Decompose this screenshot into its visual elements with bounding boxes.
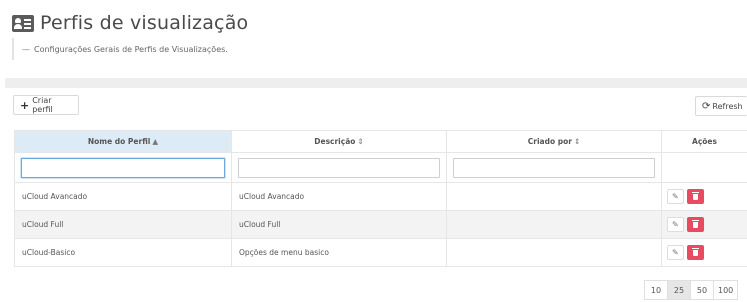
page-size-selector: 10 25 50 100 — [644, 280, 739, 300]
column-header-description[interactable]: Descrição ⇕ — [231, 130, 447, 153]
page-size-100[interactable]: 100 — [713, 280, 739, 300]
filter-description-input[interactable] — [238, 157, 440, 178]
page-size-50[interactable]: 50 — [690, 280, 714, 300]
cell-description: Opções de menu basico — [231, 238, 447, 267]
page-title: Perfis de visualização — [12, 10, 248, 36]
create-profile-label: Criar perfil — [32, 96, 53, 114]
delete-button[interactable] — [687, 217, 704, 232]
refresh-label: Refresh — [712, 101, 743, 111]
table-row: uCloud Avancado uCloud Avancado ✎ — [14, 182, 747, 211]
table-header-row: Nome do Perfil ▲ Descrição ⇕ Criado por ⇕ A… — [14, 130, 747, 153]
edit-button[interactable]: ✎ — [667, 189, 684, 204]
subtitle-dash: — — [22, 44, 30, 54]
cell-name: uCloud Avancado — [14, 182, 232, 211]
column-header-name[interactable]: Nome do Perfil ▲ — [14, 130, 232, 153]
refresh-icon: ⟳ — [702, 100, 711, 112]
edit-button[interactable]: ✎ — [667, 217, 684, 232]
page-size-25[interactable]: 25 — [667, 280, 691, 300]
page-size-10[interactable]: 10 — [644, 280, 668, 300]
edit-icon: ✎ — [672, 248, 679, 257]
page-title-text: Perfis de visualização — [40, 12, 249, 34]
id-card-icon — [12, 14, 34, 32]
delete-button[interactable] — [687, 189, 704, 204]
edit-button[interactable]: ✎ — [667, 245, 684, 260]
filter-created-by-input[interactable] — [453, 157, 655, 178]
cell-name: uCloud Full — [14, 210, 232, 239]
sort-icon: ⇕ — [573, 137, 581, 146]
cell-created-by — [446, 238, 662, 267]
cell-name: uCloud-Basico — [14, 238, 232, 267]
cell-created-by — [446, 182, 662, 211]
cell-created-by — [446, 210, 662, 239]
plus-icon: + — [20, 98, 30, 112]
profiles-table: Nome do Perfil ▲ Descrição ⇕ Criado por ⇕ A… — [14, 130, 747, 267]
filter-name-input[interactable] — [21, 157, 225, 178]
refresh-button[interactable]: ⟳ Refresh — [695, 96, 747, 116]
delete-button[interactable] — [687, 245, 704, 260]
edit-icon: ✎ — [672, 220, 679, 229]
cell-actions: ✎ — [661, 182, 747, 211]
sort-asc-icon: ▲ — [152, 137, 159, 146]
subtitle-text: Configurações Gerais de Perfis de Visual… — [34, 44, 228, 54]
page-subtitle: — Configurações Gerais de Perfis de Visu… — [12, 38, 228, 60]
sort-icon: ⇕ — [357, 137, 364, 146]
table-row: uCloud Full uCloud Full ✎ — [14, 210, 747, 239]
cell-description: uCloud Avancado — [231, 182, 447, 211]
filter-row — [14, 152, 747, 183]
cell-actions: ✎ — [661, 210, 747, 239]
table-row: uCloud-Basico Opções de menu basico ✎ — [14, 238, 747, 267]
create-profile-button[interactable]: + Criar perfil — [13, 95, 79, 115]
column-header-actions: Ações — [661, 130, 747, 153]
cell-actions: ✎ — [661, 238, 747, 267]
edit-icon: ✎ — [672, 192, 679, 201]
toolbar-strip — [5, 78, 747, 88]
column-header-created-by[interactable]: Criado por ⇕ — [446, 130, 662, 153]
cell-description: uCloud Full — [231, 210, 447, 239]
